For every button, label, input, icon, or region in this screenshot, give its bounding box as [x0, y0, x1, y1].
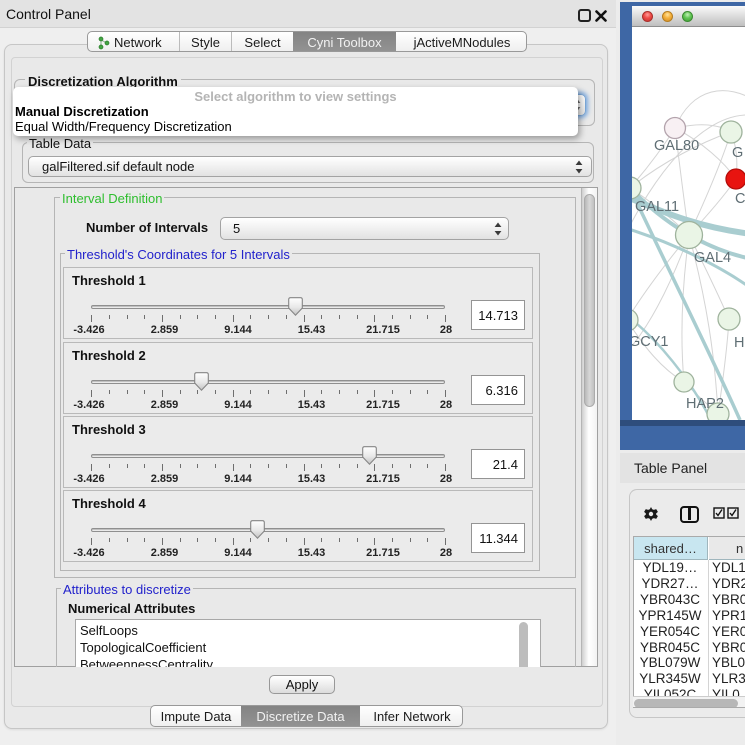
svg-text:HAP2: HAP2	[686, 396, 724, 412]
svg-text:G: G	[732, 145, 743, 161]
svg-text:GAL11: GAL11	[635, 199, 679, 215]
svg-text:GAL80: GAL80	[654, 138, 699, 154]
svg-text:C: C	[735, 191, 745, 207]
svg-text:H: H	[734, 335, 744, 351]
svg-text:GCY1: GCY1	[632, 334, 669, 350]
svg-text:GAL4: GAL4	[694, 250, 731, 266]
